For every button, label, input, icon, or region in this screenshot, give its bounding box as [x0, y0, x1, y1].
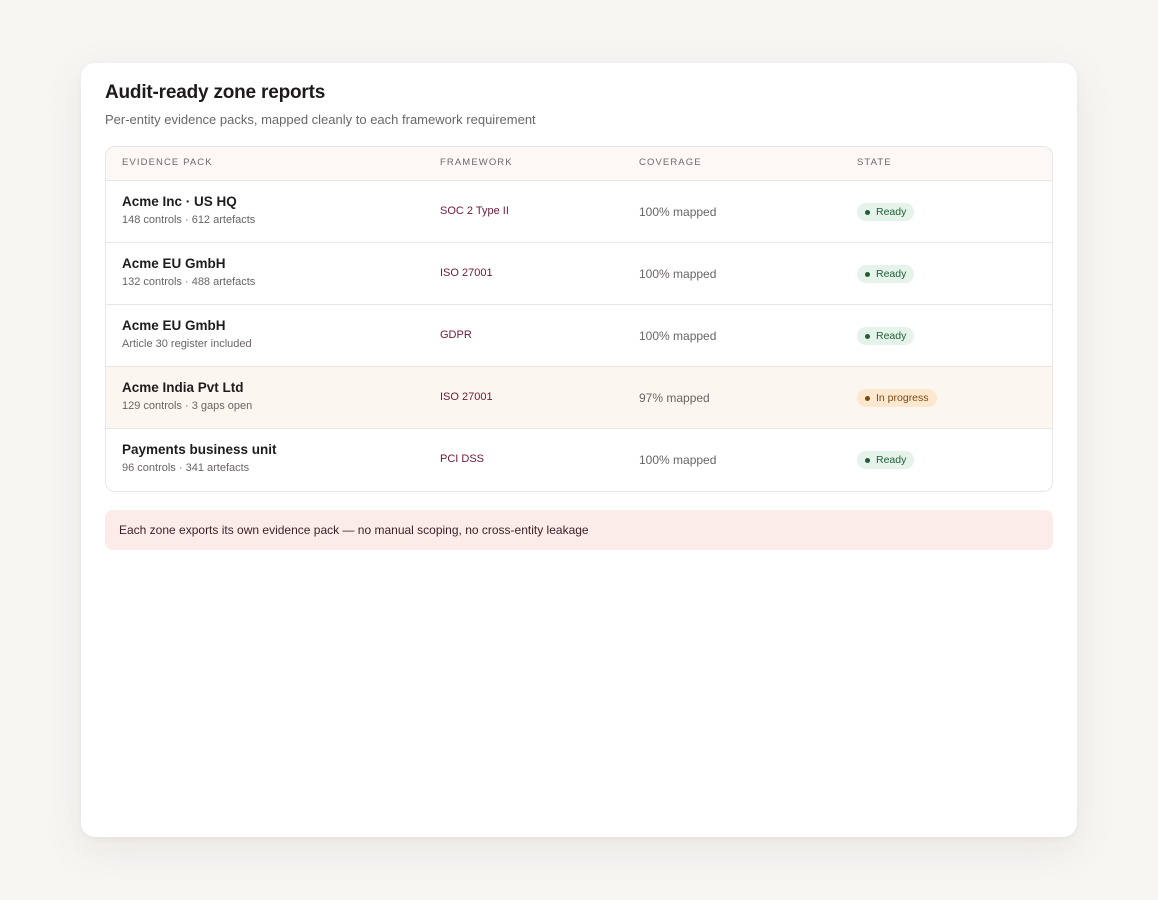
- entity-name: Acme India Pvt Ltd: [122, 380, 244, 395]
- framework-label: SOC 2 Type II: [440, 205, 509, 217]
- status-label: Ready: [876, 330, 907, 342]
- column-header-evidence-pack[interactable]: EVIDENCE PACK: [122, 157, 213, 168]
- page-subtitle: Per-entity evidence packs, mapped cleanl…: [105, 112, 536, 127]
- column-header-coverage[interactable]: COVERAGE: [639, 157, 702, 168]
- status-dot-icon: [865, 333, 870, 339]
- table-row[interactable]: Acme EU GmbH 132 controls · 488 artefact…: [106, 243, 1052, 305]
- entity-meta: 96 controls · 341 artefacts: [122, 462, 250, 474]
- entity-name: Acme EU GmbH: [122, 318, 226, 333]
- column-header-framework[interactable]: FRAMEWORK: [440, 157, 513, 168]
- table-row[interactable]: Acme EU GmbH Article 30 register include…: [106, 305, 1052, 367]
- entity-name: Acme EU GmbH: [122, 256, 226, 271]
- status-dot-icon: [865, 395, 870, 401]
- column-header-state[interactable]: STATE: [857, 157, 892, 168]
- coverage-value: 100% mapped: [639, 205, 717, 219]
- coverage-value: 100% mapped: [639, 329, 717, 343]
- entity-meta: 129 controls · 3 gaps open: [122, 400, 253, 412]
- table-header: EVIDENCE PACK FRAMEWORK COVERAGE STATE: [106, 147, 1052, 181]
- info-note: Each zone exports its own evidence pack …: [105, 510, 1053, 550]
- status-badge: Ready: [857, 327, 915, 345]
- entity-meta: 148 controls · 612 artefacts: [122, 214, 256, 226]
- framework-label: GDPR: [440, 329, 472, 341]
- status-badge: Ready: [857, 203, 915, 221]
- status-badge: In progress: [857, 389, 937, 407]
- framework-label: ISO 27001: [440, 391, 493, 403]
- status-dot-icon: [865, 457, 870, 463]
- coverage-value: 100% mapped: [639, 453, 717, 467]
- evidence-table: EVIDENCE PACK FRAMEWORK COVERAGE STATE A…: [105, 146, 1053, 492]
- table-row[interactable]: Acme Inc · US HQ 148 controls · 612 arte…: [106, 181, 1052, 243]
- framework-label: PCI DSS: [440, 453, 485, 465]
- audit-reports-card: Audit-ready zone reports Per-entity evid…: [81, 63, 1077, 837]
- entity-meta: Article 30 register included: [122, 338, 252, 350]
- status-badge: Ready: [857, 265, 915, 283]
- status-label: Ready: [876, 268, 907, 280]
- status-label: Ready: [876, 454, 907, 466]
- status-label: In progress: [876, 392, 929, 404]
- framework-label: ISO 27001: [440, 267, 493, 279]
- page-title: Audit-ready zone reports: [105, 82, 326, 103]
- table-row-highlighted[interactable]: Acme India Pvt Ltd 129 controls · 3 gaps…: [106, 367, 1052, 429]
- coverage-value: 97% mapped: [639, 391, 710, 405]
- info-note-text: Each zone exports its own evidence pack …: [119, 523, 589, 537]
- entity-name: Payments business unit: [122, 442, 277, 457]
- status-dot-icon: [865, 209, 870, 215]
- status-label: Ready: [876, 206, 907, 218]
- entity-meta: 132 controls · 488 artefacts: [122, 276, 256, 288]
- coverage-value: 100% mapped: [639, 267, 717, 281]
- status-badge: Ready: [857, 451, 915, 469]
- table-row[interactable]: Payments business unit 96 controls · 341…: [106, 429, 1052, 491]
- entity-name: Acme Inc · US HQ: [122, 194, 237, 209]
- status-dot-icon: [865, 271, 870, 277]
